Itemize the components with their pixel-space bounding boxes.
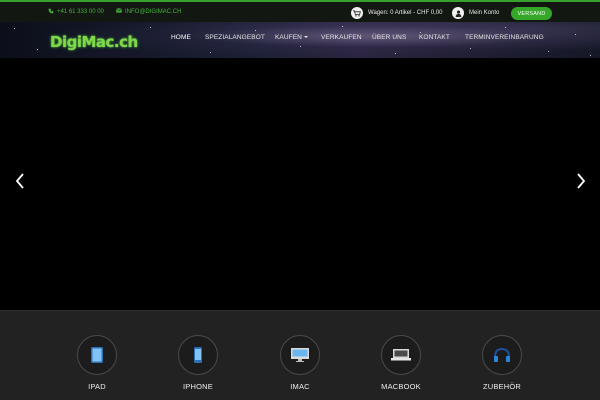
account-label: Mein Konto bbox=[469, 10, 500, 16]
nav-verkaufen[interactable]: VERKAUFEN bbox=[321, 34, 362, 41]
hero-slider bbox=[0, 58, 600, 310]
category-label: ZUBEHÖR bbox=[482, 382, 522, 391]
envelope-icon bbox=[116, 8, 122, 15]
category-label: IMAC bbox=[290, 382, 310, 391]
ipad-icon bbox=[77, 335, 117, 375]
chevron-right-icon bbox=[576, 172, 586, 194]
nav-kontakt[interactable]: KONTAKT bbox=[419, 34, 450, 41]
macbook-icon bbox=[381, 335, 421, 375]
phone-number: +41 61 333 00 00 bbox=[57, 9, 104, 15]
category-zubehoer[interactable]: ZUBEHÖR bbox=[472, 335, 532, 400]
category-imac[interactable]: IMAC bbox=[270, 335, 330, 400]
nav-home[interactable]: HOME bbox=[171, 34, 191, 41]
phone-link[interactable]: +41 61 333 00 00 bbox=[48, 8, 104, 16]
category-label: IPAD bbox=[88, 382, 106, 391]
slider-next-button[interactable] bbox=[574, 172, 588, 194]
chevron-left-icon bbox=[15, 172, 25, 194]
category-ipad[interactable]: IPAD bbox=[67, 335, 127, 400]
nav-ueber-uns[interactable]: ÜBER UNS bbox=[372, 34, 406, 41]
iphone-icon bbox=[178, 335, 218, 375]
cart-icon bbox=[351, 7, 363, 19]
user-icon bbox=[452, 7, 464, 19]
nav-kaufen[interactable]: KAUFEN bbox=[275, 34, 308, 41]
top-bar: +41 61 333 00 00 INFO@DIGIMAC.CH Wagen: … bbox=[0, 0, 600, 22]
category-label: MACBOOK bbox=[381, 382, 421, 391]
caret-down-icon bbox=[303, 36, 308, 39]
category-strip: IPAD IPHONE IMAC MACBOOK ZUBEHÖR bbox=[0, 310, 600, 400]
nav-kaufen-label: KAUFEN bbox=[275, 34, 302, 41]
category-label: IPHONE bbox=[183, 382, 213, 391]
nav-spezialangebot[interactable]: SPEZIALANGEBOT bbox=[205, 34, 265, 41]
slider-prev-button[interactable] bbox=[13, 172, 27, 194]
email-address: INFO@DIGIMAC.CH bbox=[125, 8, 182, 15]
imac-icon bbox=[280, 335, 320, 375]
nav-terminvereinbarung[interactable]: TERMINVEREINBARUNG bbox=[465, 34, 544, 41]
account-link[interactable]: Mein Konto bbox=[452, 7, 499, 19]
category-iphone[interactable]: IPHONE bbox=[168, 335, 228, 400]
category-macbook[interactable]: MACBOOK bbox=[371, 335, 431, 400]
cart-link[interactable]: Wagen: 0 Artikel - CHF 0,00 bbox=[351, 7, 442, 19]
phone-icon bbox=[48, 8, 54, 16]
email-link[interactable]: INFO@DIGIMAC.CH bbox=[116, 8, 181, 15]
headphones-icon bbox=[482, 335, 522, 375]
cart-summary: Wagen: 0 Artikel - CHF 0,00 bbox=[368, 10, 443, 16]
main-nav: HOME SPEZIALANGEBOT KAUFEN VERKAUFEN ÜBE… bbox=[0, 34, 600, 44]
versand-button[interactable]: VERSAND bbox=[511, 7, 552, 20]
